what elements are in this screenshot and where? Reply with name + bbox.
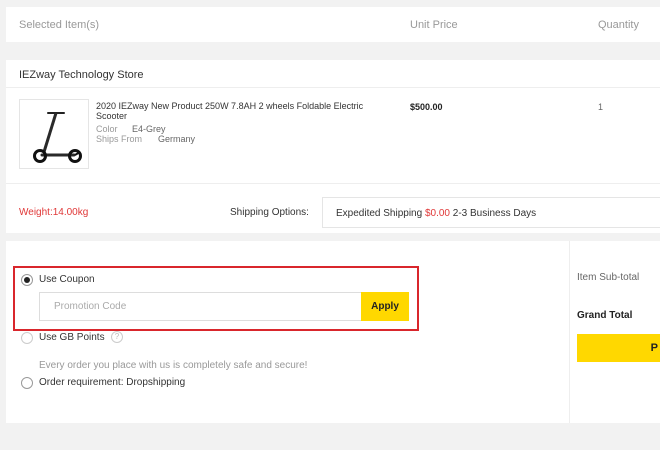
apply-button[interactable]: Apply bbox=[361, 292, 409, 321]
place-order-button[interactable]: P bbox=[577, 334, 660, 362]
ships-from-value: Germany bbox=[158, 134, 196, 144]
summary-divider bbox=[569, 241, 570, 423]
weight-text: Weight:14.00kg bbox=[19, 207, 89, 218]
store-name[interactable]: IEZway Technology Store bbox=[19, 69, 144, 81]
dropshipping-label[interactable]: Order requirement: Dropshipping bbox=[39, 377, 185, 388]
secure-order-message: Every order you place with us is complet… bbox=[39, 360, 308, 371]
scooter-image bbox=[33, 112, 82, 163]
item-subtotal-label: Item Sub-total bbox=[577, 272, 640, 283]
ships-from-label: Ships From bbox=[96, 134, 143, 144]
unit-price: $500.00 bbox=[410, 102, 443, 112]
promotion-code-input[interactable] bbox=[39, 292, 362, 321]
product-thumbnail[interactable] bbox=[19, 99, 89, 169]
divider bbox=[6, 183, 660, 184]
col-selected-items: Selected Item(s) bbox=[19, 19, 100, 31]
cart-header: Selected Item(s) Unit Price Quantity bbox=[6, 7, 660, 42]
cart-item-panel: IEZway Technology Store 2020 IEZway New … bbox=[6, 60, 660, 233]
checkout-options-panel: Use Coupon Apply Use GB Points ? Every o… bbox=[6, 241, 660, 423]
product-name[interactable]: 2020 IEZway New Product 250W 7.8AH 2 whe… bbox=[96, 101, 381, 121]
color-value: E4-Grey bbox=[132, 124, 166, 134]
shipping-options-select[interactable]: Expedited Shipping $0.00 2-3 Business Da… bbox=[322, 197, 660, 228]
dropshipping-radio[interactable] bbox=[21, 377, 33, 389]
help-icon[interactable]: ? bbox=[111, 331, 123, 343]
use-coupon-label[interactable]: Use Coupon bbox=[39, 274, 95, 285]
use-gb-points-label[interactable]: Use GB Points bbox=[39, 332, 105, 343]
col-unit-price: Unit Price bbox=[410, 19, 458, 31]
shipping-method: Expedited Shipping bbox=[336, 208, 423, 219]
col-quantity: Quantity bbox=[598, 19, 639, 31]
shipping-cost: $0.00 bbox=[424, 208, 450, 219]
shipping-options-label: Shipping Options: bbox=[230, 207, 309, 218]
shipping-duration: 2-3 Business Days bbox=[452, 208, 537, 219]
color-label: Color bbox=[96, 124, 118, 134]
gb-points-radio[interactable] bbox=[21, 332, 33, 344]
quantity-value: 1 bbox=[598, 102, 604, 112]
grand-total-label: Grand Total bbox=[577, 310, 633, 321]
coupon-radio[interactable] bbox=[21, 274, 33, 286]
divider bbox=[6, 87, 660, 88]
